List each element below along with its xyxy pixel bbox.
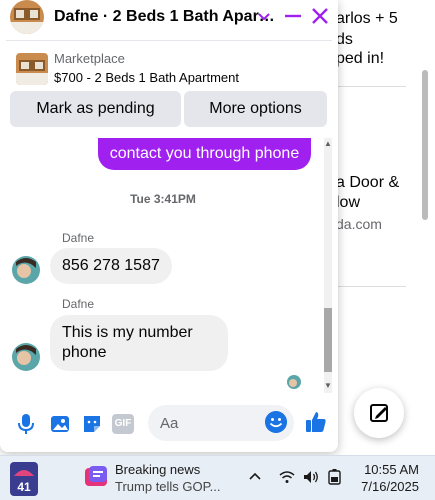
- contact-avatar[interactable]: [12, 343, 40, 371]
- chat-window: Dafne · 2 Beds 1 Bath Apar… Marketplace …: [0, 0, 338, 452]
- chat-header: Dafne · 2 Beds 1 Bath Apar…: [0, 0, 338, 36]
- bg-divider: [336, 286, 406, 287]
- emoji-icon[interactable]: [265, 411, 287, 433]
- listing-title[interactable]: $700 - 2 Beds 1 Bath Apartment: [54, 70, 239, 85]
- compose-icon: [370, 404, 388, 422]
- thumbs-up-icon[interactable]: [304, 410, 328, 434]
- bg-post-line-2: ds: [336, 31, 353, 48]
- message-composer: GIF Aa: [0, 400, 338, 448]
- clock-date[interactable]: 7/16/2025: [352, 479, 419, 494]
- clock-time[interactable]: 10:55 AM: [352, 462, 419, 477]
- message-thread: contact you through phone Tue 3:41PM Daf…: [0, 138, 338, 396]
- outgoing-message[interactable]: contact you through phone: [98, 138, 311, 170]
- more-options-button[interactable]: More options: [184, 91, 327, 127]
- taskbar: 41 Breaking news Trump tells GOP... 10:5…: [0, 455, 435, 500]
- page-scrollbar[interactable]: [420, 70, 430, 450]
- incoming-message[interactable]: This is my number phone: [50, 315, 228, 371]
- news-headline[interactable]: Trump tells GOP...: [115, 479, 220, 494]
- bg-ad-title-1[interactable]: a Door &: [336, 172, 399, 193]
- chat-title[interactable]: Dafne · 2 Beds 1 Bath Apar…: [54, 8, 275, 26]
- listing-thumbnail[interactable]: [16, 53, 48, 85]
- read-receipt-avatar: [287, 375, 301, 389]
- close-icon[interactable]: [310, 6, 330, 26]
- microphone-icon[interactable]: [14, 412, 38, 436]
- message-line: phone: [62, 344, 107, 361]
- chevron-down-icon[interactable]: [256, 6, 272, 26]
- scrollbar-thumb[interactable]: [324, 308, 332, 372]
- contact-avatar[interactable]: [12, 256, 40, 284]
- sender-name: Dafne: [62, 231, 95, 245]
- sender-name: Dafne: [62, 297, 95, 311]
- weather-widget[interactable]: 41: [10, 462, 38, 496]
- news-icon[interactable]: [83, 464, 109, 490]
- bg-divider: [336, 86, 406, 87]
- photo-icon[interactable]: [48, 412, 72, 436]
- wifi-icon[interactable]: [278, 468, 296, 486]
- chevron-up-icon[interactable]: [246, 468, 264, 486]
- new-message-button[interactable]: [354, 388, 404, 438]
- marketplace-label: Marketplace: [54, 51, 125, 66]
- bg-ad-domain: da.com: [336, 216, 382, 232]
- gif-icon[interactable]: GIF: [112, 414, 134, 434]
- message-timestamp: Tue 3:41PM: [130, 192, 196, 206]
- mark-as-pending-button[interactable]: Mark as pending: [10, 91, 181, 127]
- weather-temperature: 41: [17, 480, 31, 494]
- listing-avatar[interactable]: [10, 0, 44, 34]
- bg-post-line-3: ped in!: [336, 50, 385, 67]
- minimize-icon[interactable]: [283, 6, 303, 26]
- bg-post-line-1: arlos + 5: [336, 10, 398, 27]
- message-input-placeholder: Aa: [160, 415, 179, 432]
- scroll-down-arrow[interactable]: ▼: [323, 382, 333, 390]
- news-title[interactable]: Breaking news: [115, 462, 200, 477]
- volume-icon[interactable]: [302, 468, 320, 486]
- message-line: This is my number: [62, 324, 193, 341]
- incoming-message[interactable]: 856 278 1587: [50, 248, 172, 284]
- marketplace-card: Marketplace $700 - 2 Beds 1 Bath Apartme…: [6, 40, 332, 132]
- chat-scrollbar[interactable]: ▲ ▼: [320, 138, 336, 393]
- sticker-icon[interactable]: [80, 412, 104, 436]
- scroll-up-arrow[interactable]: ▲: [323, 140, 333, 148]
- bg-ad-title-2[interactable]: low: [336, 192, 360, 213]
- battery-icon[interactable]: [326, 468, 344, 486]
